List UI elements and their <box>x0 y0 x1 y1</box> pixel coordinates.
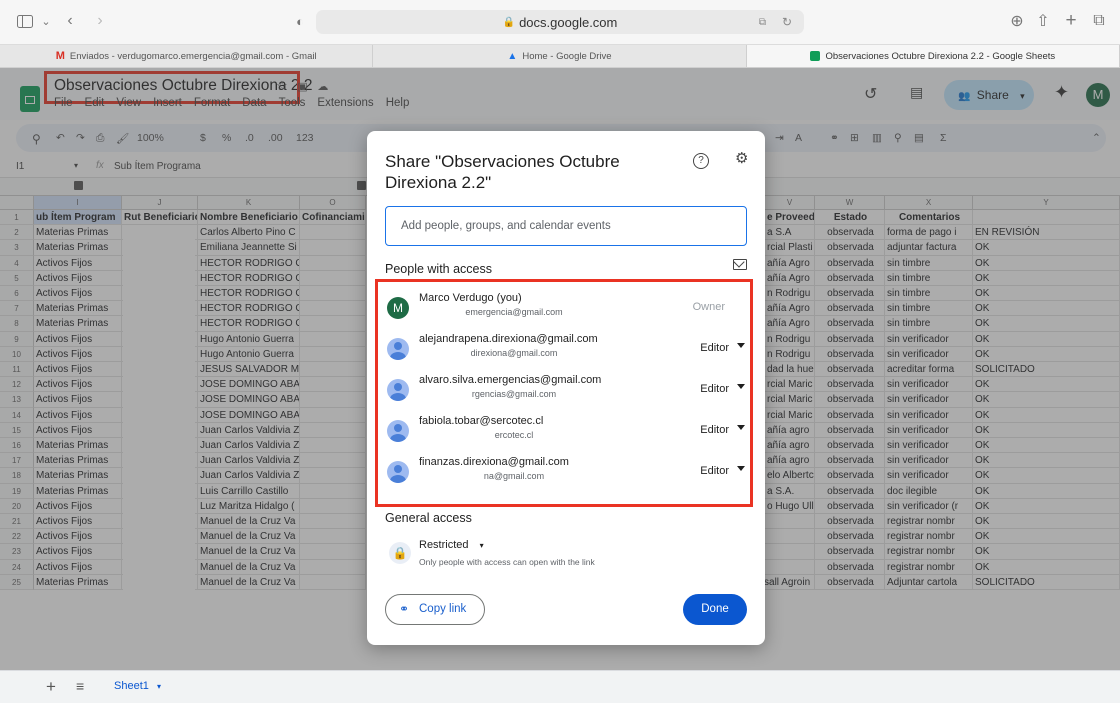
tab-overview-icon[interactable]: ⧉ <box>1090 10 1108 32</box>
chevron-down-icon[interactable]: ▾ <box>157 682 161 691</box>
tab-label: Home - Google Drive <box>522 50 612 62</box>
forward-icon[interactable]: › <box>92 10 108 32</box>
help-icon[interactable]: ? <box>693 153 709 169</box>
people-with-access-heading: People with access <box>385 262 493 276</box>
tab-gmail[interactable]: M Enviados - verdugomarco.emergencia@gma… <box>0 45 374 67</box>
copy-link-label: Copy link <box>419 603 467 615</box>
settings-icon[interactable]: ⚙ <box>735 149 748 167</box>
done-button[interactable]: Done <box>683 594 747 625</box>
share-dialog: Share "Observaciones Octubre Direxiona 2… <box>367 131 765 645</box>
highlight-people-box <box>375 279 753 507</box>
copy-link-button[interactable]: ⚭ Copy link <box>385 594 485 625</box>
lock-icon: 🔒 <box>389 542 411 564</box>
lock-icon: 🔒 <box>502 16 516 28</box>
address-bar[interactable]: 🔒 docs.google.com ⧉ ↻ <box>316 10 804 34</box>
access-level-dropdown[interactable]: Restricted ▾ <box>419 539 484 551</box>
privacy-shield-icon[interactable]: ◐ <box>292 10 308 32</box>
sheet-tab-label: Sheet1 <box>114 680 149 692</box>
sheet-tab[interactable]: Sheet1 ▾ <box>114 680 161 692</box>
reader-icon[interactable]: ⧉ <box>759 17 766 28</box>
sheet-tabs-bar: + ≡ Sheet1 ▾ <box>0 670 1120 703</box>
reload-icon[interactable]: ↻ <box>782 15 792 29</box>
access-level-label: Restricted <box>419 539 469 551</box>
browser-toolbar: ⌄ ‹ › ◐ 🔒 docs.google.com ⧉ ↻ ⊕ ⇧ + ⧉ <box>0 0 1120 44</box>
general-access-heading: General access <box>385 511 472 525</box>
chevron-down-icon[interactable]: ⌄ <box>40 10 52 32</box>
link-icon: ⚭ <box>399 602 410 616</box>
tab-label: Enviados - verdugomarco.emergencia@gmail… <box>69 50 317 62</box>
tab-drive[interactable]: ▲ Home - Google Drive <box>373 45 747 67</box>
gmail-icon: M <box>55 50 65 62</box>
dialog-title: Share "Observaciones Octubre Direxiona 2… <box>385 152 620 192</box>
sidebar-toggle-icon[interactable] <box>14 10 36 32</box>
all-sheets-icon[interactable]: ≡ <box>76 678 84 694</box>
chevron-down-icon[interactable]: ▾ <box>480 541 484 550</box>
sheets-icon <box>810 51 821 61</box>
drive-icon: ▲ <box>507 50 518 62</box>
access-description: Only people with access can open with th… <box>419 557 595 567</box>
back-icon[interactable]: ‹ <box>62 10 78 32</box>
url-text: docs.google.com <box>519 14 618 30</box>
download-icon[interactable]: ⊕ <box>1008 10 1026 32</box>
add-sheet-icon[interactable]: + <box>46 677 56 697</box>
email-icon[interactable] <box>733 256 747 270</box>
tab-sheets[interactable]: Observaciones Octubre Direxiona 2.2 - Go… <box>746 45 1120 67</box>
new-tab-icon[interactable]: + <box>1062 10 1080 32</box>
share-page-icon[interactable]: ⇧ <box>1034 10 1052 32</box>
add-people-input[interactable]: Add people, groups, and calendar events <box>385 206 747 246</box>
tab-bar: M Enviados - verdugomarco.emergencia@gma… <box>0 44 1120 68</box>
tab-label: Observaciones Octubre Direxiona 2.2 - Go… <box>825 50 1056 62</box>
